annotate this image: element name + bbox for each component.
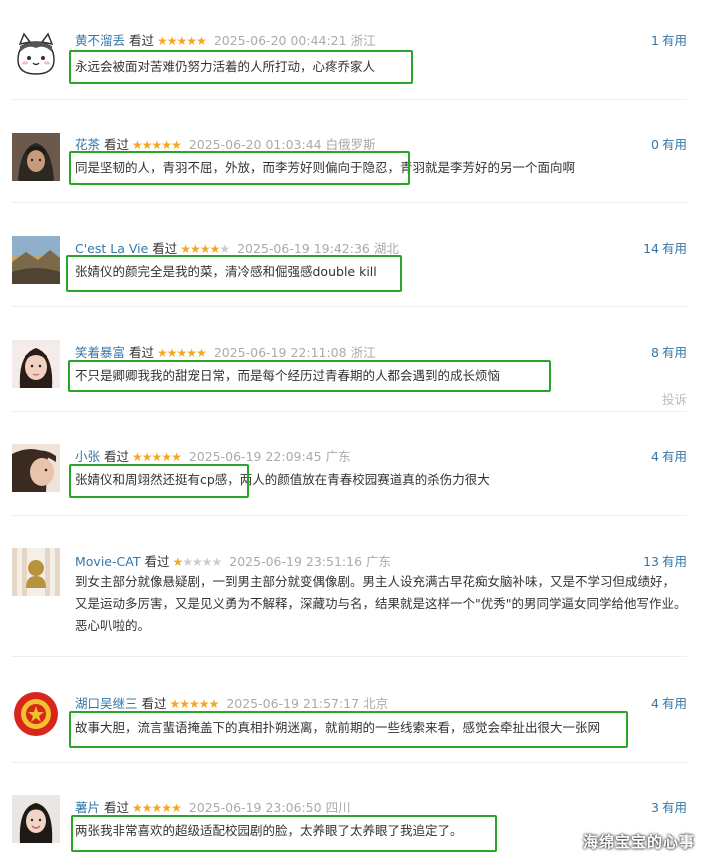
comment-region: 四川 <box>325 800 351 815</box>
seen-label: 看过 <box>104 800 130 815</box>
rating-stars: ★★★★★ <box>172 555 222 569</box>
comment-text: 到女主部分就像悬疑剧，一到男主部分就变偶像剧。男主人设充满古早花痴女脑补味，又是… <box>75 574 687 633</box>
comment-time: 2025-06-20 01:03:44 <box>188 137 322 152</box>
rating-stars: ★★★★★ <box>132 801 182 815</box>
vote-label: 有用 <box>661 137 687 152</box>
comment-text: 张婧仪和周翊然还挺有cp感，两人的颜值放在青春校园赛道真的杀伤力很大 <box>75 472 490 487</box>
red-emblem-avatar[interactable] <box>12 690 60 738</box>
silhouette-avatar[interactable] <box>12 548 60 596</box>
comment-region: 广东 <box>325 449 351 464</box>
vote-button[interactable]: 3 有用 <box>651 797 687 816</box>
comment-region: 白俄罗斯 <box>325 137 376 152</box>
rating-stars: ★★★★★ <box>157 346 207 360</box>
comment-time: 2025-06-19 19:42:36 <box>237 241 370 256</box>
woman-profile-avatar[interactable] <box>12 444 60 492</box>
vote-count: 1 <box>651 33 659 48</box>
rating-stars: ★★★★★ <box>169 697 220 711</box>
divider <box>12 202 687 203</box>
rating-stars: ★★★★★ <box>132 450 182 464</box>
vote-button[interactable]: 4 有用 <box>651 693 687 712</box>
comment-header: 笑着暴富 看过 ★★★★★ 2025-06-19 22:11:08 浙江 <box>75 342 376 361</box>
vote-count: 13 <box>643 554 659 569</box>
watermark: 海绵宝宝的心事 <box>582 833 695 851</box>
comment-text: 永远会被面对苦难仍努力活着的人所打动，心疼乔家人 <box>75 59 376 74</box>
rating-stars: ★★★★★ <box>180 242 230 256</box>
comment-header: Movie-CAT 看过 ★★★★★ 2025-06-19 23:51:16 广东 <box>75 551 391 570</box>
divider <box>12 515 687 516</box>
comment-time: 2025-06-19 23:06:50 <box>188 800 322 815</box>
comment-time: 2025-06-19 22:11:08 <box>213 345 347 360</box>
comment-region: 广东 <box>366 554 392 569</box>
seen-label: 看过 <box>144 554 170 569</box>
divider <box>12 411 687 412</box>
seen-label: 看过 <box>152 241 178 256</box>
vote-count: 8 <box>651 345 659 360</box>
comment-header: 湖口吴继三 看过 ★★★★★ 2025-06-19 21:57:17 北京 <box>75 693 388 712</box>
vote-label: 有用 <box>661 554 687 569</box>
vote-button[interactable]: 4 有用 <box>651 446 687 465</box>
comment-time: 2025-06-19 23:51:16 <box>229 554 363 569</box>
vote-button[interactable]: 1 有用 <box>651 30 687 49</box>
vote-count: 0 <box>651 137 659 152</box>
comment-region: 浙江 <box>350 33 376 48</box>
seen-label: 看过 <box>104 449 130 464</box>
rating-stars: ★★★★★ <box>157 34 207 48</box>
username-link[interactable]: C'est La Vie <box>75 241 148 256</box>
vote-label: 有用 <box>661 241 687 256</box>
comment-time: 2025-06-20 00:44:21 <box>213 33 347 48</box>
vote-label: 有用 <box>661 345 687 360</box>
comment-header: 小张 看过 ★★★★★ 2025-06-19 22:09:45 广东 <box>75 446 351 465</box>
vote-button[interactable]: 8 有用 <box>651 342 687 361</box>
girl-portrait-avatar[interactable] <box>12 340 60 388</box>
seen-label: 看过 <box>129 33 155 48</box>
vote-count: 4 <box>651 696 659 711</box>
comment-text: 故事大胆，流言蜚语掩盖下的真相扑朔迷离，就前期的一些线索来看，感觉会牵扯出很大一… <box>75 720 601 735</box>
comment-text: 不只是卿卿我我的甜宠日常，而是每个经历过青春期的人都会遇到的成长烦恼 <box>75 368 501 383</box>
vote-label: 有用 <box>661 33 687 48</box>
comment-region: 北京 <box>363 696 389 711</box>
username-link[interactable]: 湖口吴继三 <box>75 696 138 711</box>
divider <box>12 306 687 307</box>
comment-text: 张婧仪的颜完全是我的菜，清冷感和倔强感double kill <box>75 264 377 279</box>
username-link[interactable]: 薯片 <box>75 800 100 815</box>
vote-button[interactable]: 13 有用 <box>643 551 687 570</box>
comment-header: 薯片 看过 ★★★★★ 2025-06-19 23:06:50 四川 <box>75 797 351 816</box>
divider <box>12 99 687 100</box>
comment-header: 黄不溜丢 看过 ★★★★★ 2025-06-20 00:44:21 浙江 <box>75 30 376 49</box>
seen-label: 看过 <box>141 696 167 711</box>
vote-label: 有用 <box>661 449 687 464</box>
hooded-person-avatar[interactable] <box>12 133 60 181</box>
report-link[interactable]: 投诉 <box>662 389 687 408</box>
vote-count: 4 <box>651 449 659 464</box>
comment-text: 同是坚韧的人，青羽不屈，外放，而李芳好则偏向于隐忍，青羽就是李芳好的另一个面向啊 <box>75 160 576 175</box>
landscape-avatar[interactable] <box>12 236 60 284</box>
username-link[interactable]: Movie-CAT <box>75 554 140 569</box>
comment-header: 花茶 看过 ★★★★★ 2025-06-20 01:03:44 白俄罗斯 <box>75 134 376 153</box>
rating-stars: ★★★★★ <box>132 138 182 152</box>
divider <box>12 762 687 763</box>
vote-label: 有用 <box>661 696 687 711</box>
comment-time: 2025-06-19 22:09:45 <box>188 449 322 464</box>
comment-region: 浙江 <box>350 345 376 360</box>
cartoon-cat-avatar[interactable] <box>12 30 60 78</box>
vote-count: 3 <box>651 800 659 815</box>
vote-button[interactable]: 14 有用 <box>643 238 687 257</box>
username-link[interactable]: 花茶 <box>75 137 100 152</box>
vote-label: 有用 <box>661 800 687 815</box>
vote-count: 14 <box>643 241 659 256</box>
divider <box>12 656 687 657</box>
username-link[interactable]: 笑着暴富 <box>75 345 125 360</box>
username-link[interactable]: 小张 <box>75 449 100 464</box>
vote-button[interactable]: 0 有用 <box>651 134 687 153</box>
seen-label: 看过 <box>129 345 155 360</box>
girl-smile-avatar[interactable] <box>12 795 60 843</box>
seen-label: 看过 <box>104 137 130 152</box>
comment-time: 2025-06-19 21:57:17 <box>226 696 360 711</box>
comment-region: 湖北 <box>373 241 399 256</box>
username-link[interactable]: 黄不溜丢 <box>75 33 125 48</box>
comment-header: C'est La Vie 看过 ★★★★★ 2025-06-19 19:42:36 湖北 <box>75 238 399 257</box>
